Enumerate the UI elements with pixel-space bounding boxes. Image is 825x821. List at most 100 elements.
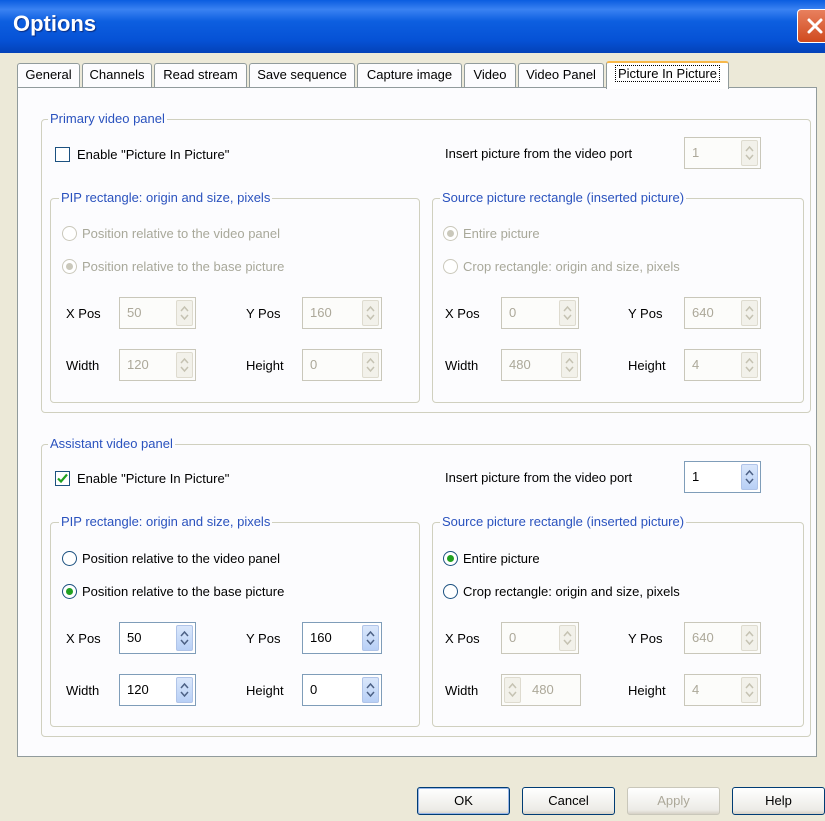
spin-arrows-icon (180, 630, 189, 646)
assistant-pip-width-value: 120 (127, 682, 149, 697)
tab-save-sequence[interactable]: Save sequence (249, 63, 355, 87)
spin-arrows-icon (745, 357, 754, 373)
primary-pip-ypos-spinner: 160 (302, 297, 382, 329)
primary-source-xpos-label: X Pos (445, 306, 480, 321)
check-icon (57, 473, 68, 484)
primary-pip-xpos-value: 50 (127, 305, 142, 320)
spin-arrows-icon (366, 357, 375, 373)
primary-source-radio-entire-label: Entire picture (463, 226, 540, 241)
assistant-source-width-label: Width (445, 683, 479, 698)
spin-arrows-icon (508, 682, 517, 698)
assistant-source-radio-entire[interactable] (443, 551, 458, 566)
primary-pip-height-arrows (362, 352, 379, 378)
assistant-source-radio-crop[interactable] (443, 584, 458, 599)
primary-pip-width-label: Width (66, 358, 100, 373)
assistant-source-xpos-arrows (559, 625, 576, 651)
primary-pip-width-value: 120 (127, 357, 149, 372)
assistant-source-legend: Source picture rectangle (inserted pictu… (440, 514, 687, 529)
assistant-pip-radio-base-picture-label: Position relative to the base picture (82, 584, 285, 599)
primary-insert-label: Insert picture from the video port (445, 146, 633, 161)
tab-picture-in-picture-label: Picture In Picture (615, 65, 720, 82)
primary-source-height-label: Height (628, 358, 666, 373)
assistant-pip-radio-base-picture[interactable] (62, 584, 77, 599)
assistant-pip-ypos-spinner[interactable]: 160 (302, 622, 382, 654)
primary-pip-ypos-label: Y Pos (246, 306, 281, 321)
tab-capture-image[interactable]: Capture image (357, 63, 462, 87)
spin-arrows-icon (366, 630, 375, 646)
spin-arrows-icon (745, 630, 754, 646)
assistant-source-height-label: Height (628, 683, 666, 698)
primary-enable-checkbox[interactable] (55, 147, 70, 162)
primary-pip-xpos-arrows (176, 300, 193, 326)
assistant-source-xpos-value: 0 (509, 630, 517, 645)
assistant-pip-height-arrows[interactable] (362, 677, 379, 703)
tab-channels[interactable]: Channels (82, 63, 152, 87)
spin-arrows-icon (745, 145, 754, 161)
primary-source-xpos-value: 0 (509, 305, 517, 320)
spin-arrows-icon (563, 630, 572, 646)
tab-video-panel[interactable]: Video Panel (518, 63, 604, 87)
primary-source-xpos-arrows (559, 300, 576, 326)
primary-pip-ypos-arrows (362, 300, 379, 326)
primary-source-width-arrows (561, 352, 578, 378)
assistant-insert-port-value: 1 (692, 469, 700, 484)
assistant-source-ypos-arrows (741, 625, 758, 651)
tab-read-stream[interactable]: Read stream (154, 63, 247, 87)
primary-pip-radio-base-picture-label: Position relative to the base picture (82, 259, 285, 274)
assistant-pip-height-label: Height (246, 683, 284, 698)
assistant-enable-label: Enable "Picture In Picture" (77, 471, 230, 486)
assistant-insert-port-spinner[interactable]: 1 (684, 461, 761, 493)
assistant-source-height-spinner: 4 (684, 674, 761, 706)
tab-general[interactable]: General (17, 63, 80, 87)
primary-enable-label: Enable "Picture In Picture" (77, 147, 230, 162)
cancel-button[interactable]: Cancel (522, 787, 615, 815)
primary-pip-radio-base-picture (62, 259, 77, 274)
assistant-source-xpos-label: X Pos (445, 631, 480, 646)
primary-pip-width-spinner: 120 (119, 349, 196, 381)
primary-source-radio-crop-label: Crop rectangle: origin and size, pixels (463, 259, 680, 274)
primary-pip-height-spinner: 0 (302, 349, 382, 381)
assistant-pip-width-spinner[interactable]: 120 (119, 674, 196, 706)
assistant-pip-height-spinner[interactable]: 0 (302, 674, 382, 706)
ok-button[interactable]: OK (417, 787, 510, 815)
assistant-pip-radio-video-panel[interactable] (62, 551, 77, 566)
primary-source-width-value: 480 (509, 357, 531, 372)
spin-arrows-icon (745, 469, 754, 485)
tab-video[interactable]: Video (464, 63, 516, 87)
primary-legend: Primary video panel (48, 111, 167, 126)
primary-source-ypos-label: Y Pos (628, 306, 663, 321)
assistant-source-ypos-label: Y Pos (628, 631, 663, 646)
assistant-pip-xpos-arrows[interactable] (176, 625, 193, 651)
assistant-source-height-arrows (741, 677, 758, 703)
spin-arrows-icon (180, 357, 189, 373)
close-icon (807, 18, 823, 34)
spin-arrows-icon (180, 682, 189, 698)
assistant-insert-port-arrows[interactable] (741, 464, 758, 490)
close-button[interactable] (797, 9, 825, 43)
assistant-pip-ypos-arrows[interactable] (362, 625, 379, 651)
apply-button: Apply (627, 787, 720, 815)
assistant-source-width-value: 480 (532, 682, 554, 697)
primary-source-height-value: 4 (692, 357, 700, 372)
assistant-source-ypos-value: 640 (692, 630, 714, 645)
assistant-source-radio-crop-label: Crop rectangle: origin and size, pixels (463, 584, 680, 599)
spin-arrows-icon (565, 357, 574, 373)
assistant-enable-checkbox[interactable] (55, 471, 70, 486)
tab-picture-in-picture[interactable]: Picture In Picture (606, 61, 729, 89)
spin-arrows-icon (745, 305, 754, 321)
primary-source-height-spinner: 4 (684, 349, 761, 381)
primary-pip-xpos-label: X Pos (66, 306, 101, 321)
spin-arrows-icon (745, 682, 754, 698)
assistant-pip-width-arrows[interactable] (176, 677, 193, 703)
help-button[interactable]: Help (732, 787, 825, 815)
window-edge (0, 53, 10, 821)
primary-source-width-label: Width (445, 358, 479, 373)
assistant-pip-xpos-spinner[interactable]: 50 (119, 622, 196, 654)
primary-pip-xpos-spinner: 50 (119, 297, 196, 329)
window-title: Options (13, 11, 97, 36)
primary-pip-height-label: Height (246, 358, 284, 373)
assistant-pip-radio-video-panel-label: Position relative to the video panel (82, 551, 281, 566)
assistant-pip-legend: PIP rectangle: origin and size, pixels (59, 514, 273, 529)
primary-pip-ypos-value: 160 (310, 305, 332, 320)
primary-source-xpos-spinner: 0 (501, 297, 579, 329)
